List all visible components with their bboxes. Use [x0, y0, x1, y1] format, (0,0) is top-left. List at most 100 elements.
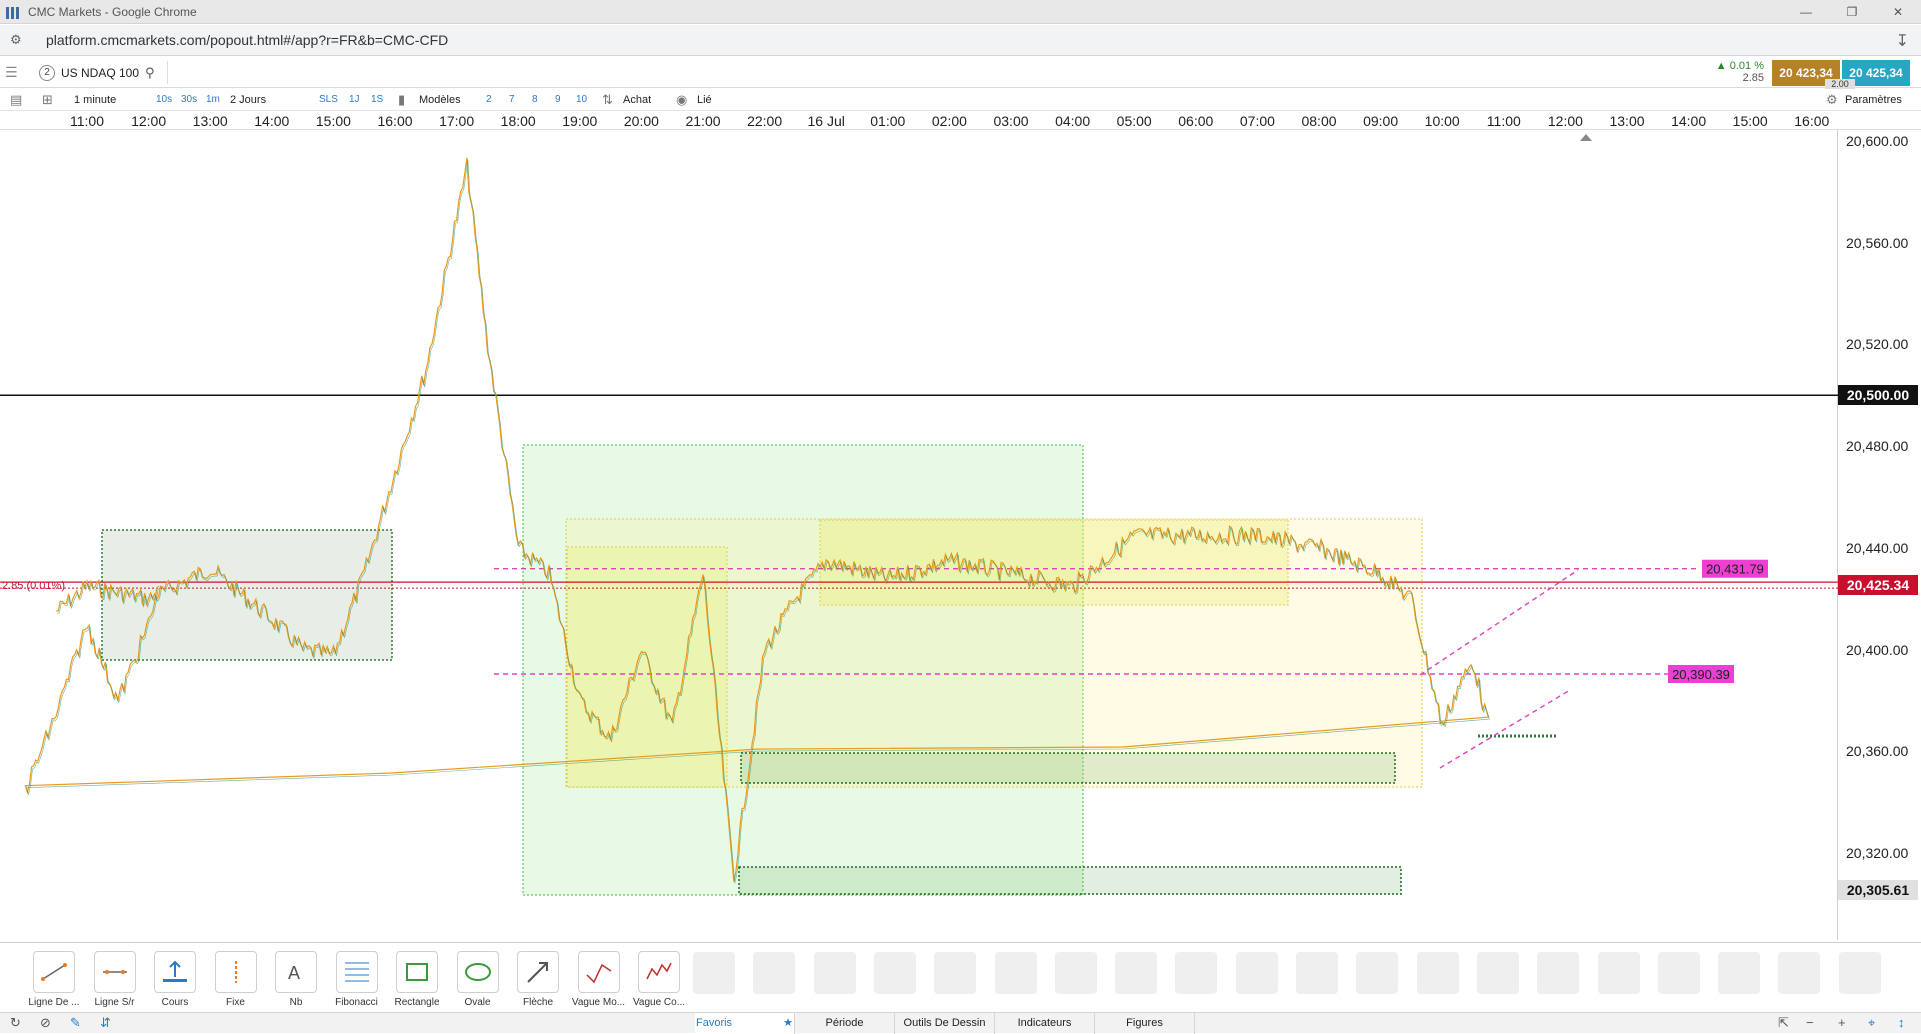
empty-tool-slot[interactable] [1657, 952, 1700, 994]
empty-tool-slot[interactable] [873, 952, 916, 994]
pencil-icon[interactable]: ✎ [70, 1015, 81, 1031]
preset-8-button[interactable]: 8 [532, 92, 538, 108]
rectangle-icon [396, 951, 438, 993]
price-tick-label: 20,480.00 [1846, 438, 1909, 455]
tab-indicateurs[interactable]: Indicateurs [995, 1013, 1095, 1034]
price-tick-label: 20,520.00 [1846, 336, 1909, 353]
tab-figures[interactable]: Figures [1095, 1013, 1195, 1034]
instrument-number: 2 [39, 64, 55, 81]
drawing-tool-wave-corrective[interactable]: Vague Co... [631, 951, 687, 1011]
download-icon[interactable]: ↧ [1896, 31, 1909, 51]
tab-favoris-label: Favoris [696, 1017, 733, 1029]
site-settings-icon[interactable]: ⚙ [10, 32, 26, 48]
refresh-icon[interactable]: ↻ [10, 1015, 21, 1031]
empty-tool-slot[interactable] [1718, 952, 1761, 994]
empty-tool-slot[interactable] [753, 952, 796, 994]
tab-outils-de-dessin[interactable]: Outils De Dessin [895, 1013, 995, 1034]
chart-canvas[interactable]: 20,431.79 20,390.39 2.85 (0.01%) [0, 130, 1838, 940]
expand-icon[interactable]: ⇱ [1778, 1015, 1789, 1031]
empty-tool-slot[interactable] [1296, 952, 1338, 994]
drawing-tool-trend-line[interactable]: Ligne De ... [26, 951, 82, 1011]
zoom-in-icon[interactable]: + [1838, 1015, 1846, 1030]
close-icon[interactable]: ✕ [1875, 0, 1921, 24]
hamburger-menu-icon[interactable]: ☰ [5, 64, 25, 80]
time-tick-label: 07:00 [1239, 113, 1275, 129]
drawing-tool-wave[interactable]: Vague Mo... [571, 951, 627, 1011]
chart-list-icon[interactable]: ▤ [10, 92, 22, 108]
empty-tool-slot[interactable] [1235, 952, 1278, 994]
drawing-tool-sr-line[interactable]: Ligne S/r [87, 951, 143, 1011]
interval-30s-button[interactable]: 30s [181, 92, 197, 108]
preset-10-button[interactable]: 10 [576, 92, 587, 108]
interval-select[interactable]: 1 minute [74, 92, 116, 108]
settings-button[interactable]: Paramètres [1845, 92, 1902, 108]
fibonacci-icon [335, 951, 378, 993]
empty-tool-slot[interactable] [1778, 952, 1821, 994]
tab-favoris[interactable]: Favoris ★ [695, 1013, 795, 1034]
minimize-icon[interactable]: — [1783, 0, 1829, 24]
restore-icon[interactable]: ❐ [1829, 0, 1875, 24]
empty-tool-slot[interactable] [1054, 952, 1097, 994]
templates-button[interactable]: Modèles [419, 92, 461, 108]
trade-icon[interactable]: ⇅ [602, 92, 613, 108]
time-tick-label: 04:00 [1055, 113, 1091, 129]
settings-gear-icon[interactable]: ⚙ [1826, 92, 1838, 108]
empty-tool-slot[interactable] [1175, 952, 1218, 994]
empty-tool-slot[interactable] [1356, 952, 1399, 994]
drawing-tool-label: Fibonacci [335, 997, 378, 1008]
zoom-out-icon[interactable]: − [1806, 1015, 1814, 1030]
price-axis[interactable]: 20,600.00 20,560.00 20,520.00 20,480.00 20,4… [1838, 130, 1921, 940]
drawing-tool-oval[interactable]: Ovale [450, 951, 506, 1011]
empty-tool-slot[interactable] [1537, 952, 1580, 994]
drawing-tool-rectangle[interactable]: Rectangle [389, 951, 445, 1011]
empty-tool-slot[interactable] [1476, 952, 1519, 994]
magnet-icon[interactable]: ⇵ [100, 1015, 111, 1031]
empty-tool-slot[interactable] [693, 952, 735, 994]
drawing-tool-arrow[interactable]: Flèche [510, 951, 566, 1011]
zone-rectangle [740, 752, 1396, 784]
time-tick-label: 12:00 [131, 113, 167, 129]
time-tick-label: 17:00 [439, 113, 475, 129]
drawing-tool-vertical-line[interactable]: Fixe [208, 951, 264, 1011]
cancel-icon[interactable]: ⊘ [40, 1015, 51, 1031]
empty-tool-slot[interactable] [994, 952, 1037, 994]
link-button[interactable]: Lié [697, 92, 712, 108]
empty-tool-slot[interactable] [1416, 952, 1459, 994]
preset-7-button[interactable]: 7 [509, 92, 515, 108]
crosshair-icon[interactable]: ⌖ [1868, 1015, 1875, 1031]
time-tick-label: 10:00 [1424, 113, 1460, 129]
empty-tool-slot[interactable] [1597, 952, 1640, 994]
url-field[interactable]: platform.cmcmarkets.com/popout.html#/app… [46, 32, 448, 48]
instrument-selector[interactable]: 2 US NDAQ 100 ⚲ [33, 61, 168, 84]
eye-icon[interactable]: ◉ [676, 92, 687, 108]
quick-1j-button[interactable]: 1J [349, 92, 360, 108]
vertical-line-icon [214, 951, 257, 993]
interval-1m-button[interactable]: 1m [206, 92, 220, 108]
fit-icon[interactable]: ↕ [1898, 1015, 1905, 1030]
price-tick-label: 20,600.00 [1846, 133, 1909, 149]
drawing-tool-fibonacci[interactable]: Fibonacci [329, 951, 385, 1011]
price-chart[interactable]: 20,431.79 20,390.39 2.85 (0.01%) [0, 130, 1838, 940]
period-select[interactable]: 2 Jours [230, 92, 266, 108]
quick-1s-button[interactable]: 1S [371, 92, 383, 108]
buy-button[interactable]: Achat [623, 92, 651, 108]
drawing-tool-text[interactable]: A Nb [268, 951, 324, 1011]
instrument-bar: ☰ 2 US NDAQ 100 ⚲ ▲ 0.01 % 2.85 20 423,3… [0, 57, 1921, 89]
tab-periode[interactable]: Période [795, 1013, 895, 1034]
time-tick-label: 16 Jul [807, 113, 845, 129]
empty-tool-slot[interactable] [1115, 952, 1158, 994]
drawing-tools-bar: Ligne De ... Ligne S/r Cours Fixe A Nb Fibonac… [0, 942, 1921, 1012]
low-price-tag: 20,305.61 [1838, 879, 1918, 900]
drawing-tool-label: Flèche [522, 997, 553, 1008]
search-icon[interactable]: ⚲ [145, 65, 155, 81]
empty-tool-slot[interactable] [934, 952, 977, 994]
layout-grid-icon[interactable]: ⊞ [42, 92, 53, 108]
interval-10s-button[interactable]: 10s [156, 92, 172, 108]
candlestick-icon[interactable]: ▮ [398, 92, 405, 108]
empty-tool-slot[interactable] [813, 952, 856, 994]
drawing-tool-price[interactable]: Cours [147, 951, 203, 1011]
preset-9-button[interactable]: 9 [555, 92, 561, 108]
empty-tool-slot[interactable] [1838, 952, 1881, 994]
quick-sls-button[interactable]: SLS [319, 92, 338, 108]
preset-2-button[interactable]: 2 [486, 92, 492, 108]
